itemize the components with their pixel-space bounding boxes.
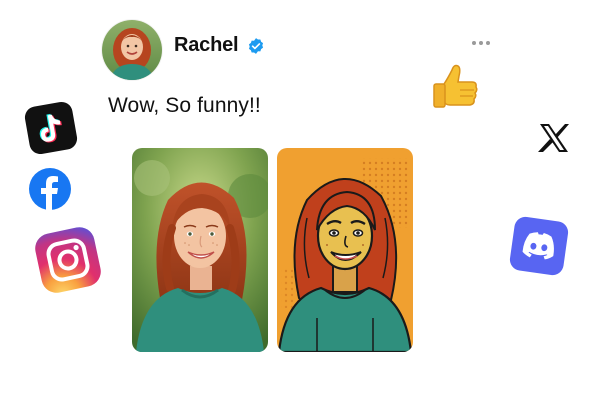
- ellipsis-icon: [486, 41, 490, 45]
- post-image-original[interactable]: [132, 148, 268, 352]
- thumbs-up-icon[interactable]: [428, 60, 480, 112]
- ellipsis-icon: [472, 41, 476, 45]
- x-icon[interactable]: [536, 122, 570, 154]
- ellipsis-icon: [479, 41, 483, 45]
- instagram-icon[interactable]: [30, 222, 106, 298]
- post-text: Wow, So funny!!: [108, 94, 261, 117]
- post-image-cartoon[interactable]: [277, 148, 413, 352]
- cartoon-portrait-image: [277, 148, 413, 352]
- avatar-image: [102, 20, 162, 80]
- facebook-icon[interactable]: [29, 168, 71, 210]
- author-name[interactable]: Rachel: [174, 34, 239, 57]
- verified-badge-icon: [248, 38, 264, 54]
- more-options-button[interactable]: [470, 38, 492, 48]
- original-photo-image: [132, 148, 268, 352]
- post-card-scene: Rachel Wow, So funny!!: [0, 0, 600, 400]
- avatar[interactable]: [102, 20, 162, 80]
- discord-icon[interactable]: [507, 214, 570, 277]
- tiktok-icon[interactable]: [22, 99, 80, 157]
